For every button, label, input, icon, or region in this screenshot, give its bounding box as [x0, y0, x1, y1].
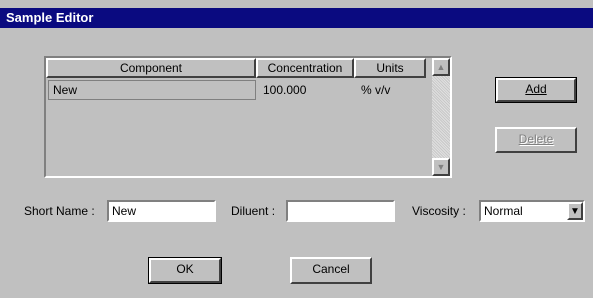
short-name-input[interactable]: New [107, 200, 216, 222]
scroll-up-icon[interactable]: ▲ [432, 58, 450, 76]
scroll-down-icon[interactable]: ▼ [432, 158, 450, 176]
add-button[interactable]: Add [495, 77, 577, 103]
column-header-component[interactable]: Component [46, 58, 256, 78]
diluent-label: Diluent : [231, 204, 276, 218]
column-header-units[interactable]: Units [354, 58, 426, 78]
ok-button[interactable]: OK [148, 257, 222, 284]
component-grid[interactable]: Component Concentration Units New 100.00… [44, 56, 452, 178]
window-title: Sample Editor [0, 8, 593, 28]
sample-editor-window: Sample Editor Component Concentration Un… [0, 0, 593, 298]
delete-button[interactable]: Delete [495, 127, 577, 153]
dropdown-arrow-icon[interactable]: ▼ [567, 202, 583, 220]
short-name-label: Short Name : [24, 204, 95, 218]
cell-concentration[interactable]: 100.000 [260, 80, 354, 100]
viscosity-select[interactable]: Normal ▼ [479, 200, 585, 222]
dialog-client-area: Component Concentration Units New 100.00… [0, 28, 593, 298]
column-header-concentration[interactable]: Concentration [256, 58, 354, 78]
cell-component[interactable]: New [50, 80, 256, 100]
cancel-button[interactable]: Cancel [290, 257, 372, 284]
viscosity-label: Viscosity : [412, 204, 466, 218]
diluent-input[interactable] [286, 200, 395, 222]
grid-vertical-scrollbar[interactable]: ▲ ▼ [432, 58, 450, 176]
cell-units[interactable]: % v/v [358, 80, 426, 100]
viscosity-selected-value: Normal [484, 204, 523, 218]
